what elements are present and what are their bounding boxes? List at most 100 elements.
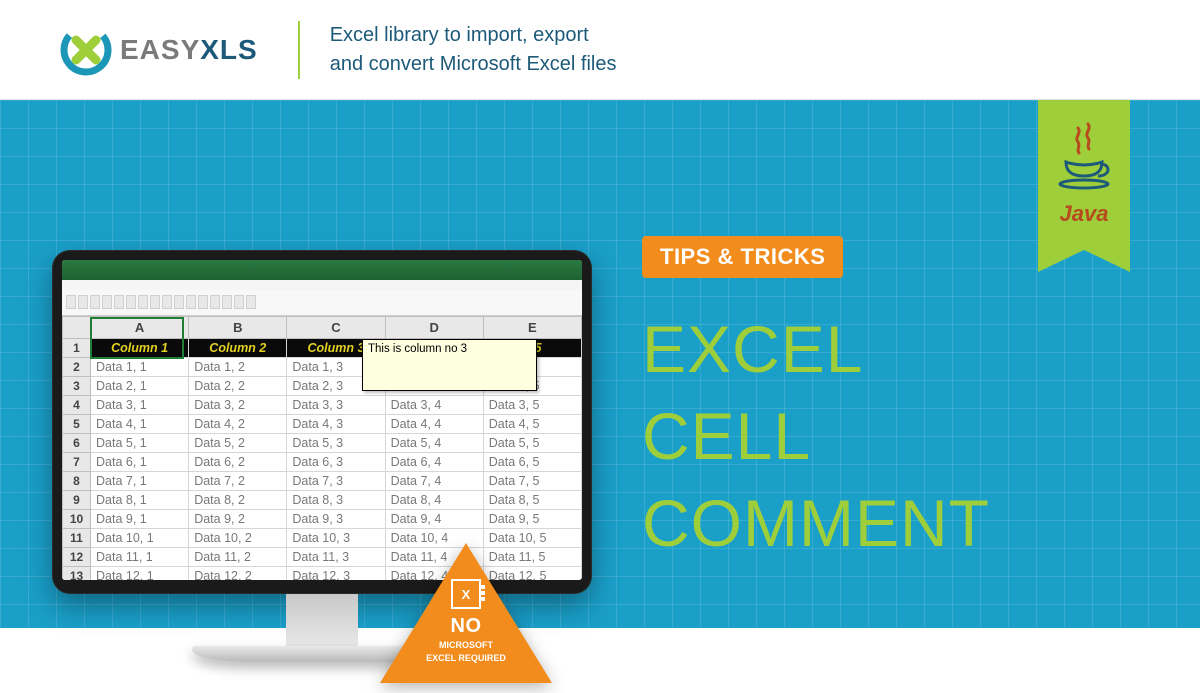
col-letter: B [189, 317, 287, 339]
tagline-line2: and convert Microsoft Excel files [330, 50, 617, 79]
excel-file-icon: X [451, 579, 481, 609]
data-cell: Data 6, 2 [189, 453, 287, 472]
tagline: Excel library to import, export and conv… [298, 21, 617, 79]
badge-sub2: EXCEL REQUIRED [402, 653, 530, 664]
header-cell: Column 1 [91, 339, 189, 358]
tagline-line1: Excel library to import, export [330, 21, 617, 50]
data-cell: Data 2, 1 [91, 377, 189, 396]
top-header: EASYXLS Excel library to import, export … [0, 0, 1200, 100]
data-cell: Data 10, 3 [287, 529, 385, 548]
col-letter: E [483, 317, 581, 339]
data-cell: Data 4, 4 [385, 415, 483, 434]
data-cell: Data 11, 1 [91, 548, 189, 567]
headline-block: TIPS & TRICKS EXCEL CELL COMMENT [642, 236, 990, 567]
header-cell: Column 2 [189, 339, 287, 358]
data-cell: Data 9, 4 [385, 510, 483, 529]
data-cell: Data 3, 1 [91, 396, 189, 415]
data-cell: Data 9, 3 [287, 510, 385, 529]
data-cell: Data 6, 4 [385, 453, 483, 472]
data-cell: Data 4, 5 [483, 415, 581, 434]
data-cell: Data 9, 1 [91, 510, 189, 529]
data-cell: Data 3, 5 [483, 396, 581, 415]
row-number: 11 [63, 529, 91, 548]
col-letter: A [91, 317, 189, 339]
data-cell: Data 8, 4 [385, 491, 483, 510]
data-cell: Data 3, 3 [287, 396, 385, 415]
main-title: EXCEL CELL COMMENT [642, 306, 990, 567]
row-number: 10 [63, 510, 91, 529]
column-letter-row: A B C D E [63, 317, 582, 339]
data-cell: Data 7, 3 [287, 472, 385, 491]
row-number: 13 [63, 567, 91, 581]
data-cell: Data 11, 3 [287, 548, 385, 567]
row-number: 12 [63, 548, 91, 567]
hero-area: Java TIPS & TRICKS EXCEL CELL COMMENT [0, 100, 1200, 628]
data-cell: Data 6, 5 [483, 453, 581, 472]
excel-ribbon [62, 280, 582, 316]
no-excel-badge: X NO MICROSOFT EXCEL REQUIRED [380, 543, 552, 693]
row-number: 9 [63, 491, 91, 510]
data-cell: Data 8, 1 [91, 491, 189, 510]
data-cell: Data 5, 5 [483, 434, 581, 453]
table-row: 10Data 9, 1Data 9, 2Data 9, 3Data 9, 4Da… [63, 510, 582, 529]
title-line3: COMMENT [642, 480, 990, 567]
badge-no: NO [402, 615, 530, 638]
table-row: 7Data 6, 1Data 6, 2Data 6, 3Data 6, 4Dat… [63, 453, 582, 472]
data-cell: Data 5, 1 [91, 434, 189, 453]
data-cell: Data 9, 5 [483, 510, 581, 529]
data-cell: Data 6, 3 [287, 453, 385, 472]
table-row: 6Data 5, 1Data 5, 2Data 5, 3Data 5, 4Dat… [63, 434, 582, 453]
data-cell: Data 5, 4 [385, 434, 483, 453]
col-letter: D [385, 317, 483, 339]
tips-badge: TIPS & TRICKS [642, 236, 843, 278]
data-cell: Data 8, 2 [189, 491, 287, 510]
data-cell: Data 8, 3 [287, 491, 385, 510]
title-line1: EXCEL [642, 306, 990, 393]
data-cell: Data 12, 2 [189, 567, 287, 581]
spreadsheet: A B C D E 1 Column 1 Column 2 Column 3 [62, 316, 582, 580]
data-cell: Data 12, 1 [91, 567, 189, 581]
data-cell: Data 7, 1 [91, 472, 189, 491]
table-row: 8Data 7, 1Data 7, 2Data 7, 3Data 7, 4Dat… [63, 472, 582, 491]
java-cup-icon [1038, 100, 1130, 197]
data-cell: Data 11, 2 [189, 548, 287, 567]
data-cell: Data 2, 2 [189, 377, 287, 396]
excel-titlebar [62, 260, 582, 280]
data-cell: Data 7, 2 [189, 472, 287, 491]
data-cell: Data 10, 2 [189, 529, 287, 548]
data-cell: Data 7, 4 [385, 472, 483, 491]
data-cell: Data 3, 2 [189, 396, 287, 415]
brand-logo: EASYXLS [60, 24, 258, 76]
data-cell: Data 10, 1 [91, 529, 189, 548]
row-number: 6 [63, 434, 91, 453]
table-row: 5Data 4, 1Data 4, 2Data 4, 3Data 4, 4Dat… [63, 415, 582, 434]
data-cell: Data 4, 3 [287, 415, 385, 434]
screen: A B C D E 1 Column 1 Column 2 Column 3 [62, 260, 582, 580]
row-number: 8 [63, 472, 91, 491]
logo-text-easy: EASY [120, 34, 200, 65]
data-cell: Data 3, 4 [385, 396, 483, 415]
corner-cell [63, 317, 91, 339]
badge-sub1: MICROSOFT [402, 640, 530, 651]
row-number: 4 [63, 396, 91, 415]
data-cell: Data 12, 3 [287, 567, 385, 581]
data-cell: Data 5, 3 [287, 434, 385, 453]
table-row: 4Data 3, 1Data 3, 2Data 3, 3Data 3, 4Dat… [63, 396, 582, 415]
row-number: 5 [63, 415, 91, 434]
data-cell: Data 1, 1 [91, 358, 189, 377]
col-letter: C [287, 317, 385, 339]
row-number: 7 [63, 453, 91, 472]
table-row: 9Data 8, 1Data 8, 2Data 8, 3Data 8, 4Dat… [63, 491, 582, 510]
data-cell: Data 6, 1 [91, 453, 189, 472]
data-cell: Data 7, 5 [483, 472, 581, 491]
data-cell: Data 9, 2 [189, 510, 287, 529]
row-number: 3 [63, 377, 91, 396]
data-cell: Data 8, 5 [483, 491, 581, 510]
row-number: 1 [63, 339, 91, 358]
data-cell: Data 5, 2 [189, 434, 287, 453]
java-label: Java [1038, 201, 1130, 227]
logo-text-xls: XLS [200, 34, 257, 65]
cell-comment-tooltip: This is column no 3 [362, 339, 537, 391]
row-number: 2 [63, 358, 91, 377]
java-ribbon: Java [1038, 100, 1130, 250]
